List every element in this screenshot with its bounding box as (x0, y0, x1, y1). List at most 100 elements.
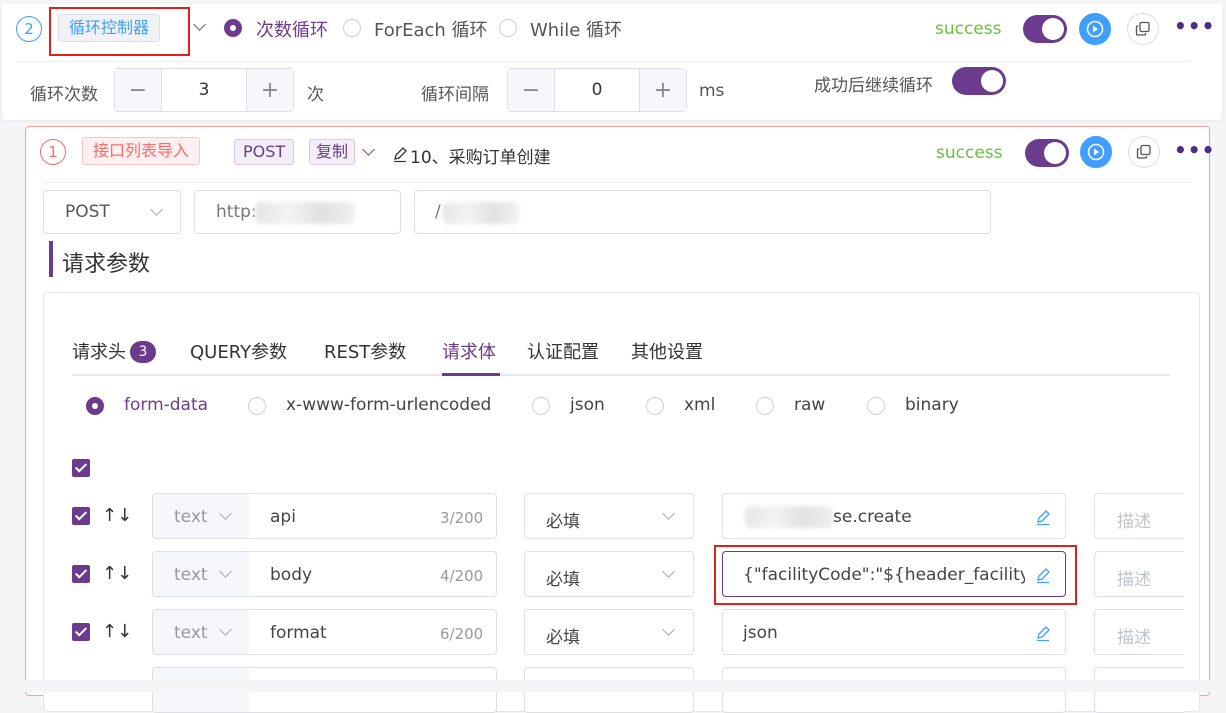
select-all-checkbox[interactable] (72, 459, 90, 477)
char-count: 3/200 (440, 509, 484, 527)
param-required-value: 必填 (546, 512, 580, 532)
step-index-badge: 1 (40, 139, 66, 165)
mode-radio-foreach[interactable] (343, 19, 361, 37)
loop-count-unit: 次 (307, 85, 324, 105)
tab-request-body[interactable]: 请求体 (442, 338, 496, 364)
chevron-down-icon (662, 623, 675, 636)
body-type-label-form-data[interactable]: form-data (124, 395, 208, 415)
param-required-select[interactable]: 必填 (524, 609, 694, 655)
edit-icon[interactable] (1035, 624, 1051, 642)
copy-icon (1135, 21, 1150, 36)
decrement-button[interactable]: − (508, 69, 554, 111)
copy-tag[interactable]: 复制 (309, 139, 356, 165)
body-type-label-binary[interactable]: binary (905, 395, 959, 415)
sort-arrows-icon[interactable]: ↑↓ (102, 621, 132, 642)
enable-toggle[interactable] (1025, 139, 1069, 167)
body-type-radio-xml[interactable] (646, 397, 664, 415)
param-type-select[interactable]: text (152, 493, 250, 539)
row-checkbox[interactable] (72, 623, 90, 641)
section-title: 请求参数 (62, 252, 151, 277)
tab-headers-label: 请求头 (72, 342, 126, 363)
param-required-select[interactable]: 必填 (524, 551, 694, 597)
param-description-input[interactable]: 描述 (1094, 493, 1184, 539)
sort-arrows-icon[interactable]: ↑↓ (102, 563, 132, 584)
char-count: 4/200 (440, 567, 484, 585)
highlight-frame (714, 545, 1077, 605)
enable-toggle[interactable] (1023, 15, 1067, 43)
method-tag: POST (234, 139, 295, 165)
param-name-input[interactable]: format 6/200 (249, 609, 497, 655)
edit-icon[interactable] (1035, 508, 1051, 526)
mode-radio-count[interactable] (224, 19, 242, 37)
copy-button[interactable] (1128, 136, 1160, 168)
body-type-radio-urlencoded[interactable] (248, 397, 266, 415)
method-select[interactable]: POST (43, 190, 181, 234)
more-icon[interactable]: ••• (1174, 14, 1215, 38)
body-type-radio-form-data[interactable] (86, 397, 104, 415)
param-type-value: text (174, 565, 208, 585)
status-text: success (935, 19, 1002, 39)
body-type-radio-binary[interactable] (867, 397, 885, 415)
param-description-input[interactable]: 描述 (1094, 551, 1184, 597)
increment-button[interactable]: + (247, 69, 293, 111)
row-checkbox[interactable] (72, 507, 90, 525)
tab-auth-config[interactable]: 认证配置 (527, 338, 599, 364)
sort-arrows-icon[interactable]: ↑↓ (102, 505, 132, 526)
loop-controller-card: 2 循环控制器 次数循环 ForEach 循环 While 循环 success… (2, 4, 1222, 120)
loop-interval-value[interactable]: 0 (554, 69, 640, 111)
body-type-radio-json[interactable] (532, 397, 550, 415)
body-type-label-xml[interactable]: xml (684, 395, 715, 415)
base-url-input[interactable]: http: (194, 190, 401, 234)
body-type-label-raw[interactable]: raw (794, 395, 825, 415)
param-name-input[interactable]: api 3/200 (249, 493, 497, 539)
tab-query-params[interactable]: QUERY参数 (190, 338, 287, 364)
param-required-value: 必填 (546, 628, 580, 648)
body-type-label-json[interactable]: json (570, 395, 605, 415)
api-request-card: 1 接口列表导入 POST 复制 10、采购订单创建 success ••• P… (25, 126, 1214, 713)
tab-rest-params[interactable]: REST参数 (324, 338, 406, 364)
increment-button[interactable]: + (640, 69, 686, 111)
chevron-down-icon (219, 565, 232, 578)
param-value-input[interactable]: json (722, 609, 1066, 655)
tab-headers[interactable]: 请求头 3 (72, 338, 156, 364)
param-type-select[interactable]: text (152, 609, 250, 655)
redacted-text (745, 506, 833, 528)
chevron-down-icon[interactable] (362, 143, 375, 156)
body-type-radio-raw[interactable] (756, 397, 774, 415)
body-type-label-urlencoded[interactable]: x-www-form-urlencoded (286, 395, 491, 415)
param-name-value: format (270, 623, 327, 643)
run-button[interactable] (1080, 136, 1112, 168)
mode-label-while[interactable]: While 循环 (530, 16, 622, 42)
loop-count-label: 循环次数 (30, 85, 98, 105)
run-button[interactable] (1079, 13, 1111, 45)
param-name-value: body (270, 565, 313, 585)
loop-count-value[interactable]: 3 (161, 69, 247, 111)
decrement-button[interactable]: − (115, 69, 161, 111)
param-description-input[interactable]: 描述 (1094, 609, 1184, 655)
bottom-edge (0, 680, 1226, 692)
redacted-text (443, 202, 519, 224)
source-tag: 接口列表导入 (82, 137, 201, 165)
tab-other-settings[interactable]: 其他设置 (631, 338, 703, 364)
more-icon[interactable]: ••• (1174, 138, 1215, 162)
chevron-down-icon[interactable] (193, 18, 206, 31)
param-required-value: 必填 (546, 570, 580, 590)
divider (42, 182, 1192, 183)
path-input[interactable]: / (414, 190, 991, 234)
mode-radio-while[interactable] (499, 19, 517, 37)
param-value-input[interactable]: se.create (722, 493, 1066, 539)
method-select-value: POST (65, 202, 110, 222)
param-type-select[interactable]: text (152, 551, 250, 597)
row-checkbox[interactable] (72, 565, 90, 583)
loop-interval-stepper[interactable]: − 0 + (507, 68, 687, 112)
mode-label-foreach[interactable]: ForEach 循环 (374, 16, 488, 42)
param-required-select[interactable]: 必填 (524, 493, 694, 539)
continue-on-success-toggle[interactable] (952, 67, 1006, 95)
edit-icon[interactable] (392, 145, 408, 163)
loop-count-stepper[interactable]: − 3 + (114, 68, 294, 112)
mode-label-count[interactable]: 次数循环 (256, 16, 328, 42)
param-name-input[interactable]: body 4/200 (249, 551, 497, 597)
status-text: success (936, 143, 1003, 163)
param-value: se.create (833, 507, 912, 527)
copy-button[interactable] (1127, 13, 1159, 45)
